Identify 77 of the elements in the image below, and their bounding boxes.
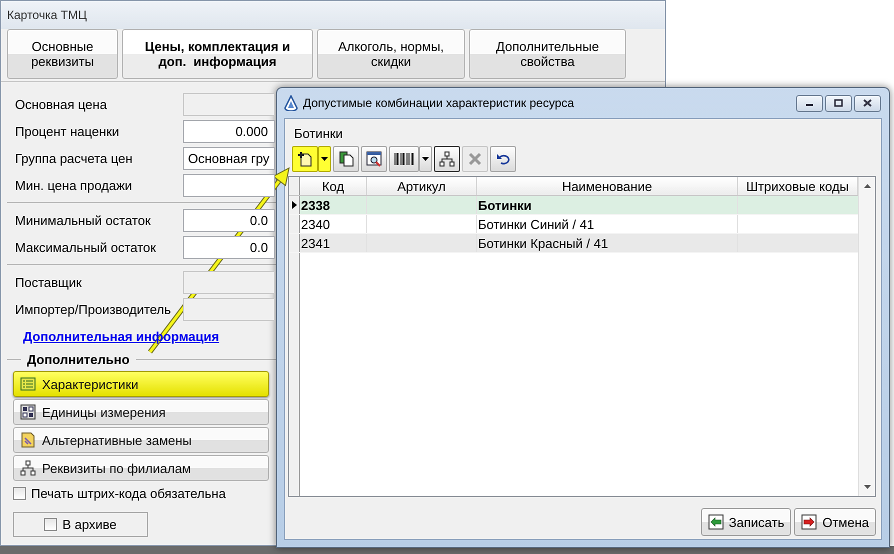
input-field[interactable] — [183, 174, 275, 197]
dropdown-button[interactable] — [419, 146, 432, 172]
table-cell: 2338 — [300, 196, 367, 214]
field-label: Минимальный остаток — [14, 213, 152, 228]
tab[interactable]: Цены, комплектация и доп. информация — [122, 29, 313, 79]
toolbar-button[interactable] — [361, 146, 387, 172]
list-icon — [20, 376, 36, 392]
readonly-field[interactable] — [183, 93, 275, 116]
checkbox-label: Печать штрих-кода обязательна — [31, 486, 226, 501]
field-label: Процент наценки — [14, 124, 120, 139]
table-cell: Ботинки — [477, 196, 738, 214]
table-row[interactable]: 2338 Ботинки — [289, 196, 858, 215]
action-button[interactable]: Альтернативные замены — [13, 427, 269, 453]
tab[interactable]: Основные реквизиты — [7, 29, 118, 79]
save-button[interactable]: Записать — [700, 508, 792, 536]
cancel-icon — [801, 514, 818, 530]
toolbar-button[interactable] — [490, 146, 516, 172]
action-button[interactable]: Единицы измерения — [13, 399, 269, 425]
table-row[interactable]: 2341 Ботинки Красный / 41 — [289, 234, 858, 253]
readonly-field[interactable] — [183, 298, 275, 321]
table-cell: 2340 — [300, 215, 367, 233]
tab[interactable]: Дополнительные свойства — [469, 29, 626, 79]
section-title: Дополнительно — [26, 352, 131, 367]
field-label: Группа расчета цен — [14, 151, 134, 166]
close-button[interactable] — [854, 94, 881, 112]
toolbar-button[interactable] — [434, 146, 460, 172]
barcode-icon — [393, 150, 415, 166]
scroll-up-icon — [864, 184, 870, 188]
maximize-button[interactable] — [825, 94, 852, 112]
table-cell: 2341 — [300, 234, 367, 252]
table-cell: Ботинки Красный / 41 — [477, 234, 738, 252]
checkbox[interactable] — [13, 487, 26, 500]
scrollbar[interactable] — [858, 177, 875, 496]
minimize-button[interactable] — [796, 94, 823, 112]
dropdown-button[interactable] — [318, 146, 331, 172]
field-label: Поставщик — [14, 275, 83, 290]
record-caption: Ботинки — [293, 125, 344, 143]
row-pointer-icon — [292, 201, 296, 209]
add-document-icon — [297, 150, 313, 166]
save-icon — [708, 514, 724, 530]
readonly-field[interactable] — [183, 271, 275, 294]
field-label: Импортер/Производитель — [14, 302, 172, 317]
checkbox[interactable] — [44, 518, 58, 531]
toolbar-button[interactable] — [333, 146, 359, 172]
header-corner — [289, 177, 300, 195]
input-field[interactable]: Основная гру — [183, 147, 275, 170]
caret-icon — [422, 156, 429, 160]
archive-button[interactable]: В архиве — [13, 512, 148, 537]
tree-icon — [439, 150, 455, 166]
cross-icon — [467, 150, 483, 166]
action-button[interactable]: Характеристики — [13, 371, 269, 397]
column-header[interactable]: Код — [300, 177, 367, 195]
grid-icon — [20, 404, 36, 420]
input-field[interactable]: 0.0 — [183, 236, 275, 259]
column-header[interactable]: Наименование — [477, 177, 738, 195]
field-label: Максимальный остаток — [14, 240, 157, 255]
input-field[interactable]: 0.000 — [183, 120, 275, 143]
cancel-button[interactable]: Отмена — [794, 508, 876, 536]
window-title: Карточка ТМЦ — [7, 8, 87, 22]
column-header[interactable]: Артикул — [367, 177, 477, 195]
action-button[interactable]: Реквизиты по филиалам — [13, 455, 269, 481]
field-label: Основная цена — [14, 97, 108, 112]
row-selector[interactable] — [289, 196, 300, 214]
tab[interactable]: Алкоголь, нормы, скидки — [317, 29, 465, 79]
tree-icon — [20, 460, 36, 476]
input-field[interactable]: 0.0 — [183, 209, 275, 232]
preview-icon — [366, 150, 382, 166]
field-label: Мин. цена продажи — [14, 178, 134, 193]
caret-icon — [321, 156, 328, 160]
copy-document-icon — [338, 150, 354, 166]
scroll-down-icon — [864, 485, 870, 489]
toolbar-button[interactable] — [292, 146, 318, 172]
document-icon — [20, 432, 36, 448]
window-title: Допустимые комбинации характеристик ресурса — [303, 96, 576, 110]
toolbar-button[interactable] — [389, 146, 419, 172]
table-cell: Ботинки Синий / 41 — [477, 215, 738, 233]
app-icon — [283, 95, 299, 111]
